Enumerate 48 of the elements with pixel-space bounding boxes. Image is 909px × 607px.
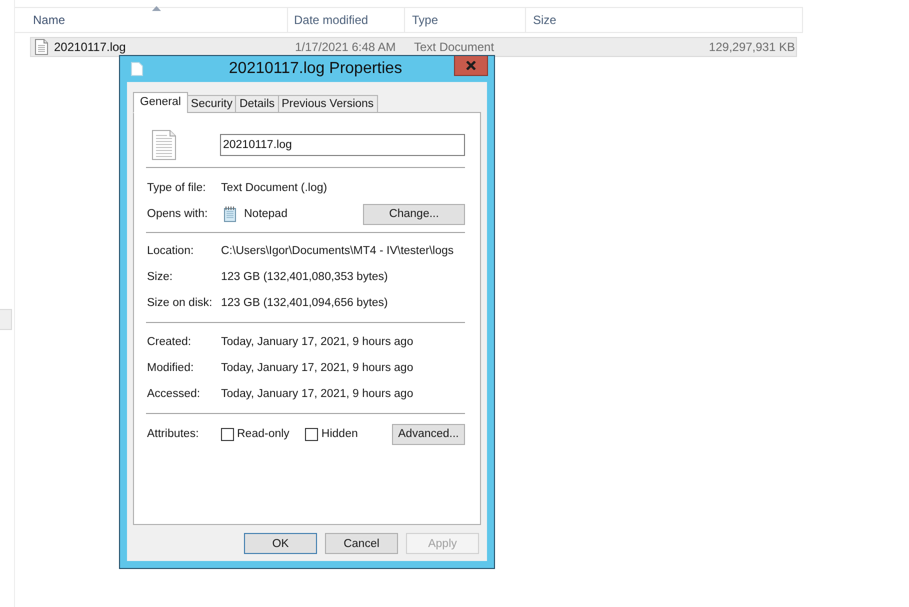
dialog-button[interactable]: OK [244,533,317,554]
field-value: Today, January 17, 2021, 9 hours ago [221,362,414,374]
close-icon [466,61,476,70]
tab[interactable]: Details [235,95,279,113]
field-label: Modified: [147,362,195,374]
column-header[interactable]: Type [405,8,526,32]
checkbox[interactable] [305,428,318,440]
dialog-title: 20210117.log Properties [228,60,404,78]
field-label: Opens with: [147,208,209,220]
file-name: 20210117.log [54,40,126,54]
date-modified-text: 1/17/2021 6:48 AM [295,40,396,54]
file-type-text: Text Document [414,40,494,54]
checkbox-label: Hidden [321,428,358,440]
document-icon [152,130,176,160]
tab[interactable]: Previous Versions [278,95,378,113]
checkbox-label: Read-only [237,428,290,440]
field-value: 123 GB (132,401,080,353 bytes) [221,271,388,283]
field-label: Size: [147,271,174,283]
field-label: Size on disk: [147,297,214,309]
nav-item-highlight [0,309,12,330]
advanced-button[interactable]: Advanced... [392,424,465,444]
field-label: Type of file: [147,182,207,194]
column-header[interactable]: Name [15,8,288,32]
file-size-text: 129,297,931 KB [708,40,795,54]
field-label: Location: [147,245,195,257]
field-value: 123 GB (132,401,094,656 bytes) [221,297,388,309]
tab[interactable]: General [133,92,188,113]
tab[interactable]: Security [186,95,236,113]
document-icon [35,39,48,55]
field-label: Accessed: [147,388,202,400]
field-value: Today, January 17, 2021, 9 hours ago [221,336,414,348]
close-button[interactable] [454,56,488,76]
document-icon [131,62,143,76]
field-value: Today, January 17, 2021, 9 hours ago [221,388,414,400]
column-header[interactable]: Size [526,8,802,32]
sort-arrow-icon [152,6,161,11]
notepad-icon [222,206,238,222]
file-name-field[interactable]: 20210117.log [220,134,465,156]
field-value: Text Document (.log) [221,182,328,194]
column-header[interactable]: Date modified [288,8,405,32]
app-name: Notepad [244,208,288,220]
field-label: Attributes: [147,428,200,440]
change-button[interactable]: Change... [363,204,465,224]
checkbox[interactable] [221,428,234,440]
field-value: C:\Users\Igor\Documents\MT4 - IV\tester\logs [221,245,454,257]
file-row[interactable]: 20210117.log 1/17/2021 6:48 AM Text Document 129,297,931 KB [30,37,797,57]
field-label: Created: [147,336,192,348]
dialog-button[interactable]: Cancel [325,533,398,554]
